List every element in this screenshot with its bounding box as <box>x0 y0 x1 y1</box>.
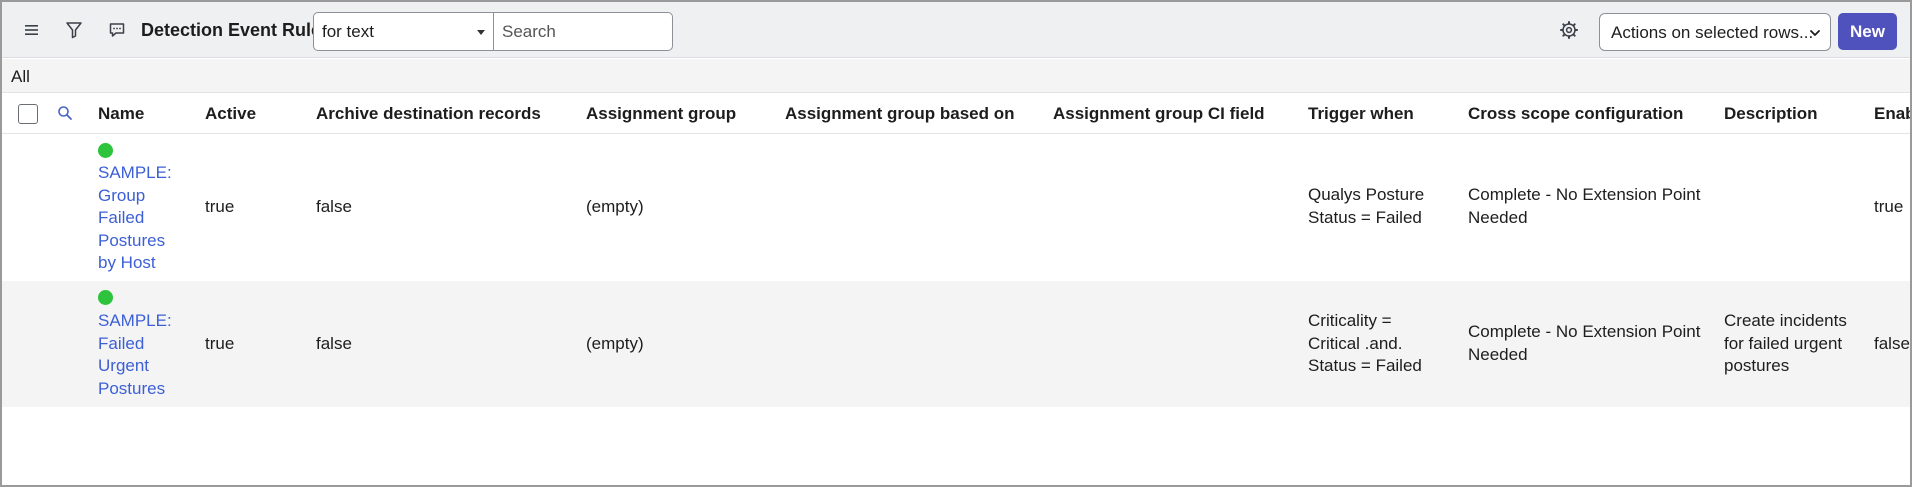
trigger-when-line: Qualys Posture <box>1308 185 1425 204</box>
chat-bubble-icon[interactable] <box>103 16 131 44</box>
active-status-dot <box>98 143 113 158</box>
breadcrumb: All <box>2 59 1910 93</box>
column-header-active[interactable]: Active <box>205 104 256 124</box>
cross-scope-line: Needed <box>1468 344 1528 364</box>
list-header: Detection Event Rules for text Actions o… <box>2 2 1910 58</box>
cell-active: true <box>205 197 235 216</box>
page-title: Detection Event Rules <box>141 20 332 40</box>
record-name-line: Urgent <box>98 356 150 375</box>
cell-cross-scope-configuration: Complete - No Extension Point Needed <box>1468 184 1700 229</box>
record-name-line: Postures <box>98 378 166 398</box>
cell-cross-scope-configuration: Complete - No Extension Point Needed <box>1468 321 1700 366</box>
record-name-line: Failed <box>98 208 145 227</box>
hamburger-menu-icon[interactable] <box>18 16 46 44</box>
filter-icon[interactable] <box>60 16 88 44</box>
column-header-assignment-group-based-on[interactable]: Assignment group based on <box>785 104 1015 124</box>
actions-select-value: Actions on selected rows... <box>1611 23 1814 42</box>
cross-scope-line: Needed <box>1468 207 1528 227</box>
search-field-select-value: for text <box>322 22 374 41</box>
record-name-line: by Host <box>98 253 156 272</box>
new-button[interactable]: New <box>1838 13 1897 50</box>
trigger-when-line: Status = Failed <box>1308 207 1422 227</box>
cell-trigger-when: Criticality = Critical .and. Status = Fa… <box>1308 310 1422 378</box>
trigger-when-line: Criticality = <box>1308 311 1392 330</box>
cross-scope-line: Complete - No Extension Point <box>1468 185 1701 204</box>
record-name-line: Group <box>98 185 146 205</box>
chevron-down-icon <box>1809 25 1821 45</box>
cell-active: true <box>205 334 235 353</box>
cell-description: Create incidents for failed urgent postu… <box>1724 310 1847 378</box>
cell-enabled: false <box>1874 334 1910 353</box>
record-name-line: Postures <box>98 230 166 250</box>
column-header-assignment-group-ci-field[interactable]: Assignment group CI field <box>1053 104 1265 124</box>
search-input[interactable] <box>493 12 673 51</box>
trigger-when-line: Critical .and. <box>1308 333 1403 353</box>
cell-assignment-group: (empty) <box>586 334 644 353</box>
active-status-dot <box>98 290 113 305</box>
column-header-assignment-group[interactable]: Assignment group <box>586 104 736 124</box>
record-name-line: SAMPLE: <box>98 311 172 330</box>
cell-assignment-group: (empty) <box>586 197 644 216</box>
cell-archive-destination-records: false <box>316 197 352 216</box>
select-all-checkbox[interactable] <box>18 104 38 124</box>
column-header-description[interactable]: Description <box>1724 104 1818 124</box>
cell-trigger-when: Qualys Posture Status = Failed <box>1308 184 1424 229</box>
record-name-link[interactable]: SAMPLE: Group Failed Postures by Host <box>98 162 172 275</box>
cell-archive-destination-records: false <box>316 334 352 353</box>
column-header-cross-scope-configuration[interactable]: Cross scope configuration <box>1468 104 1683 124</box>
column-header-enabled[interactable]: Enab <box>1874 104 1910 124</box>
gear-icon[interactable] <box>1555 16 1583 44</box>
description-line: for failed urgent <box>1724 333 1843 353</box>
column-header-trigger-when[interactable]: Trigger when <box>1308 104 1414 124</box>
trigger-when-line: Status = Failed <box>1308 356 1422 375</box>
search-field-select[interactable]: for text <box>313 12 494 51</box>
record-name-line: SAMPLE: <box>98 163 172 182</box>
column-header-name[interactable]: Name <box>98 104 144 124</box>
cross-scope-line: Complete - No Extension Point <box>1468 322 1701 341</box>
table-header: Name Active Archive destination records … <box>2 93 1910 134</box>
list-view: Detection Event Rules for text Actions o… <box>0 0 1912 487</box>
table-row: SAMPLE: Group Failed Postures by Host tr… <box>2 134 1910 281</box>
record-name-link[interactable]: SAMPLE: Failed Urgent Postures <box>98 310 172 400</box>
table-row: SAMPLE: Failed Urgent Postures true fals… <box>2 281 1910 407</box>
description-line: postures <box>1724 356 1790 375</box>
record-name-line: Failed <box>98 333 145 353</box>
cell-enabled: true <box>1874 197 1904 216</box>
description-line: Create incidents <box>1724 311 1847 330</box>
breadcrumb-all[interactable]: All <box>11 67 30 87</box>
actions-select[interactable]: Actions on selected rows... <box>1599 13 1831 51</box>
column-header-archive-destination-records[interactable]: Archive destination records <box>316 104 541 124</box>
caret-down-icon <box>477 30 485 35</box>
search-icon[interactable] <box>51 99 79 127</box>
